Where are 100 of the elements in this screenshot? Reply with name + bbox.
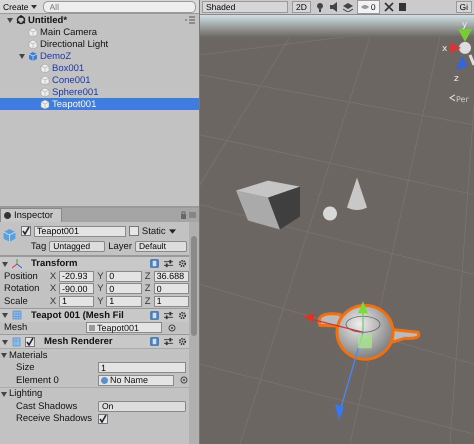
component-header[interactable]: Transform bbox=[0, 256, 189, 270]
expand-arrow-icon[interactable] bbox=[0, 390, 8, 398]
cube-icon bbox=[40, 99, 50, 109]
tag-label: Tag bbox=[30, 240, 46, 252]
static-label: Static bbox=[142, 226, 166, 236]
hierarchy-item[interactable]: Teapot001 bbox=[0, 98, 199, 110]
prefab-cube-icon bbox=[28, 51, 38, 61]
component-header[interactable]: Mesh Renderer bbox=[0, 334, 189, 348]
settings-icon[interactable] bbox=[178, 259, 187, 268]
value-field[interactable]: 1 bbox=[154, 296, 189, 307]
component-title: Teapot 001 (Mesh Fil bbox=[31, 310, 124, 320]
info-icon bbox=[4, 212, 11, 219]
receive-shadows-checkbox[interactable] bbox=[98, 414, 108, 424]
layer-dropdown[interactable]: Default bbox=[135, 240, 187, 252]
hidden-count: 0 bbox=[370, 2, 376, 12]
value-field[interactable]: -20.93 bbox=[59, 270, 94, 282]
inspector-tab[interactable]: Inspector bbox=[0, 208, 62, 222]
move-gizmo-drawing[interactable] bbox=[303, 301, 372, 420]
value-field[interactable]: 0 bbox=[106, 270, 142, 282]
value-field[interactable]: -90.00 bbox=[59, 283, 94, 294]
hierarchy-item[interactable]: Cone001 bbox=[0, 74, 199, 86]
axis-label: Y bbox=[96, 283, 104, 294]
hierarchy-item[interactable]: Sphere001 bbox=[0, 86, 199, 98]
item-label: Cone001 bbox=[52, 74, 91, 86]
perspective-icon[interactable] bbox=[449, 94, 456, 102]
sliders-icon[interactable] bbox=[164, 337, 173, 346]
hierarchy-item[interactable]: Untitled* bbox=[0, 14, 199, 26]
hierarchy-item[interactable]: Box001 bbox=[0, 62, 199, 74]
axis-label: x bbox=[442, 44, 448, 54]
cube-icon bbox=[40, 75, 50, 85]
value-field[interactable]: 1 bbox=[59, 296, 94, 307]
hierarchy-item[interactable]: Main Camera bbox=[0, 26, 199, 38]
axis-label: Z bbox=[144, 270, 152, 282]
hidden-eye-icon[interactable] bbox=[360, 3, 369, 11]
property-label: Mesh bbox=[4, 322, 28, 334]
mesh-field[interactable]: Teapot001 bbox=[86, 322, 162, 334]
component-title: Transform bbox=[31, 258, 78, 269]
item-label: Teapot001 bbox=[52, 98, 96, 110]
settings-icon[interactable] bbox=[178, 337, 187, 346]
axis-label: X bbox=[49, 283, 58, 294]
scrollbar[interactable] bbox=[189, 222, 199, 444]
expand-arrow-icon[interactable] bbox=[1, 338, 9, 346]
expand-arrow-icon[interactable] bbox=[1, 311, 9, 319]
axis-label: X bbox=[49, 270, 58, 282]
sphere-drawing[interactable] bbox=[323, 206, 337, 221]
size-field[interactable]: 1 bbox=[98, 362, 186, 374]
tag-dropdown[interactable]: Untagged bbox=[49, 240, 106, 252]
property-label: Element 0 bbox=[16, 374, 60, 386]
section-title: Lighting bbox=[9, 388, 42, 400]
grid-icon bbox=[12, 310, 22, 320]
settings-icon[interactable] bbox=[178, 310, 187, 320]
name-field[interactable]: Teapot001 bbox=[34, 226, 126, 236]
object-picker-icon[interactable] bbox=[168, 324, 176, 332]
create-button[interactable]: Create bbox=[3, 2, 37, 12]
cube-drawing[interactable] bbox=[236, 180, 300, 230]
static-checkbox[interactable] bbox=[128, 226, 139, 236]
property-label: Size bbox=[16, 362, 36, 374]
property-label: Rotation bbox=[4, 283, 40, 294]
object-picker-icon[interactable] bbox=[180, 376, 188, 384]
property-label: Position bbox=[4, 270, 39, 282]
menu-icon[interactable] bbox=[185, 16, 195, 24]
light-bulb-icon[interactable] bbox=[314, 2, 325, 12]
value-field[interactable]: 0 bbox=[106, 283, 142, 294]
orientation-gizmo-drawing[interactable] bbox=[450, 28, 474, 70]
item-label: DemoZ bbox=[40, 50, 72, 62]
material-field[interactable]: No Name bbox=[98, 374, 174, 386]
item-label: Untitled* bbox=[28, 14, 68, 26]
hierarchy-item[interactable]: DemoZ bbox=[0, 50, 199, 62]
component-header[interactable]: Teapot 001 (Mesh Fil bbox=[0, 308, 189, 322]
layers-icon[interactable] bbox=[342, 2, 353, 12]
enabled-checkbox[interactable] bbox=[25, 336, 35, 346]
section-header[interactable]: Lighting bbox=[0, 386, 189, 400]
cone-drawing[interactable] bbox=[347, 178, 367, 210]
caret-icon[interactable] bbox=[30, 4, 37, 8]
expand-arrow-icon[interactable] bbox=[1, 260, 9, 268]
expand-arrow-icon[interactable] bbox=[18, 52, 26, 60]
value-field[interactable]: 1 bbox=[106, 296, 142, 307]
hierarchy-item[interactable]: Directional Light bbox=[0, 38, 199, 50]
speaker-icon[interactable] bbox=[328, 2, 339, 12]
sliders-icon[interactable] bbox=[164, 310, 173, 320]
sliders-icon[interactable] bbox=[164, 259, 173, 268]
teapot-drawing[interactable] bbox=[318, 304, 420, 361]
value-field[interactable]: 36.688 bbox=[154, 270, 189, 282]
value-field[interactable]: 0 bbox=[154, 283, 189, 294]
axis-label: Y bbox=[96, 296, 104, 307]
cube-icon bbox=[40, 63, 50, 73]
cast-shadows-dropdown[interactable]: On bbox=[98, 400, 186, 412]
2d-toggle[interactable]: 2D bbox=[292, 1, 311, 13]
gizmos-dropdown[interactable]: Gi bbox=[456, 1, 472, 13]
cube-icon bbox=[28, 39, 38, 49]
expand-arrow-icon[interactable] bbox=[0, 351, 8, 360]
layer-label: Layer bbox=[108, 240, 132, 252]
shading-dropdown[interactable]: Shaded bbox=[202, 1, 288, 13]
search-field[interactable]: All bbox=[42, 0, 196, 12]
expand-arrow-icon[interactable] bbox=[6, 16, 14, 24]
item-label: Directional Light bbox=[40, 38, 108, 50]
dropdown-arrow-icon[interactable] bbox=[168, 228, 176, 234]
scrollbar-thumb[interactable] bbox=[191, 236, 197, 336]
axis-label: z bbox=[454, 74, 459, 84]
active-checkbox[interactable] bbox=[20, 226, 31, 236]
